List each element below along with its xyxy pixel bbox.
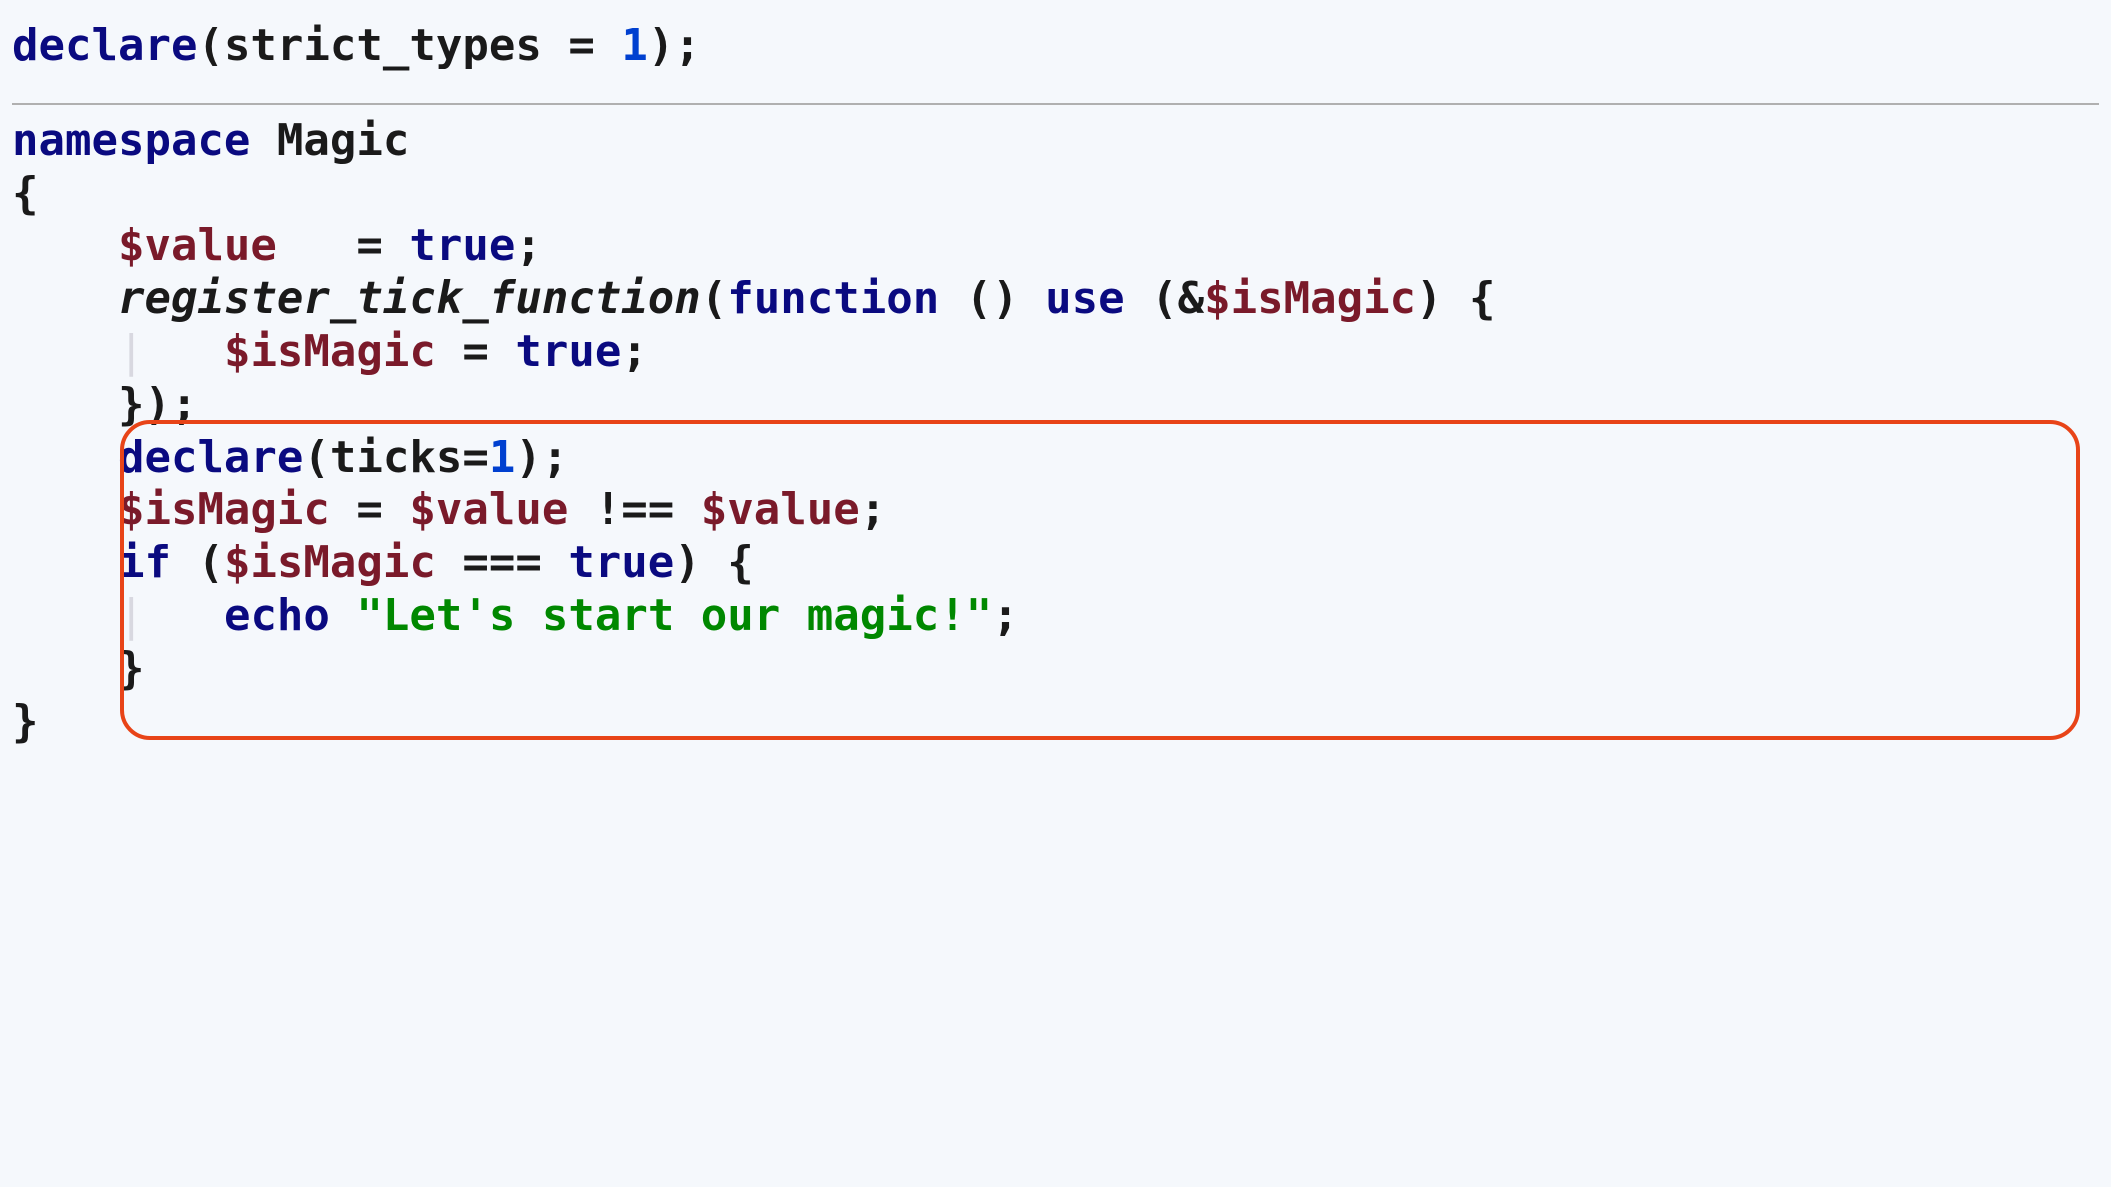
identifier-strict-types: strict_types	[224, 20, 542, 71]
code-line-4: $value = true;	[12, 220, 2099, 273]
paren-close-semi: );	[515, 432, 568, 483]
function-call-register-tick: register_tick_function	[118, 273, 701, 324]
indent2	[144, 326, 223, 377]
code-line-12: }	[12, 643, 2099, 696]
keyword-use: use	[1045, 273, 1124, 324]
paren-amp: (&	[1125, 273, 1204, 324]
variable-value: $value	[701, 484, 860, 535]
semicolon: ;	[515, 220, 542, 271]
brace-close: }	[118, 643, 145, 694]
keyword-namespace: namespace	[12, 115, 250, 166]
paren-open: (	[197, 20, 224, 71]
paren-open: (	[701, 273, 728, 324]
variable-ismagic: $isMagic	[1204, 273, 1416, 324]
not-identical: !==	[568, 484, 700, 535]
paren-close-semi: );	[648, 20, 701, 71]
keyword-true: true	[409, 220, 515, 271]
indent-guide: |	[118, 590, 145, 641]
keyword-true: true	[568, 537, 674, 588]
identical: ===	[436, 537, 568, 588]
indent	[12, 432, 118, 483]
close-closure: });	[118, 379, 197, 430]
code-editor[interactable]: declare(strict_types = 1); namespace Mag…	[12, 20, 2099, 748]
indent	[12, 537, 118, 588]
indent	[12, 220, 118, 271]
variable-ismagic: $isMagic	[224, 537, 436, 588]
indent-guide: |	[118, 326, 145, 377]
variable-value: $value	[118, 220, 277, 271]
semicolon: ;	[860, 484, 887, 535]
indent	[12, 643, 118, 694]
semicolon: ;	[621, 326, 648, 377]
code-line-9: $isMagic = $value !== $value;	[12, 484, 2099, 537]
section-divider	[12, 103, 2099, 105]
keyword-if: if	[118, 537, 171, 588]
code-line-11: | echo "Let's start our magic!";	[12, 590, 2099, 643]
semicolon: ;	[992, 590, 1019, 641]
keyword-echo: echo	[224, 590, 330, 641]
code-line-6: | $isMagic = true;	[12, 326, 2099, 379]
equals: =	[542, 20, 621, 71]
equals: =	[462, 432, 489, 483]
keyword-declare: declare	[12, 20, 197, 71]
code-line-3: {	[12, 168, 2099, 221]
code-line-13: }	[12, 696, 2099, 749]
indent	[12, 590, 118, 641]
indent	[12, 273, 118, 324]
variable-value: $value	[409, 484, 568, 535]
code-line-5: register_tick_function(function () use (…	[12, 273, 2099, 326]
equals: =	[330, 484, 409, 535]
indent2	[144, 590, 223, 641]
equals: =	[436, 326, 515, 377]
keyword-true: true	[515, 326, 621, 377]
indent	[12, 484, 118, 535]
code-line-10: if ($isMagic === true) {	[12, 537, 2099, 590]
paren-open: (	[171, 537, 224, 588]
indent	[12, 326, 118, 377]
variable-ismagic: $isMagic	[224, 326, 436, 377]
code-line-1: declare(strict_types = 1);	[12, 20, 2099, 73]
brace-open: {	[12, 168, 39, 219]
indent	[12, 379, 118, 430]
number-one: 1	[489, 432, 516, 483]
equals: =	[356, 220, 409, 271]
identifier-ticks: ticks	[330, 432, 462, 483]
variable-ismagic: $isMagic	[118, 484, 330, 535]
paren-open: (	[303, 432, 330, 483]
empty-parens: ()	[939, 273, 1045, 324]
code-line-8: declare(ticks=1);	[12, 432, 2099, 485]
code-line-2: namespace Magic	[12, 115, 2099, 168]
namespace-name: Magic	[250, 115, 409, 166]
string-literal: "Let's start our magic!"	[356, 590, 992, 641]
number-one: 1	[621, 20, 648, 71]
code-line-7: });	[12, 379, 2099, 432]
brace-close: }	[12, 696, 39, 747]
spaces	[277, 220, 356, 271]
paren-brace: ) {	[1416, 273, 1495, 324]
space	[330, 590, 357, 641]
keyword-function: function	[727, 273, 939, 324]
paren-brace: ) {	[674, 537, 753, 588]
keyword-declare: declare	[118, 432, 303, 483]
